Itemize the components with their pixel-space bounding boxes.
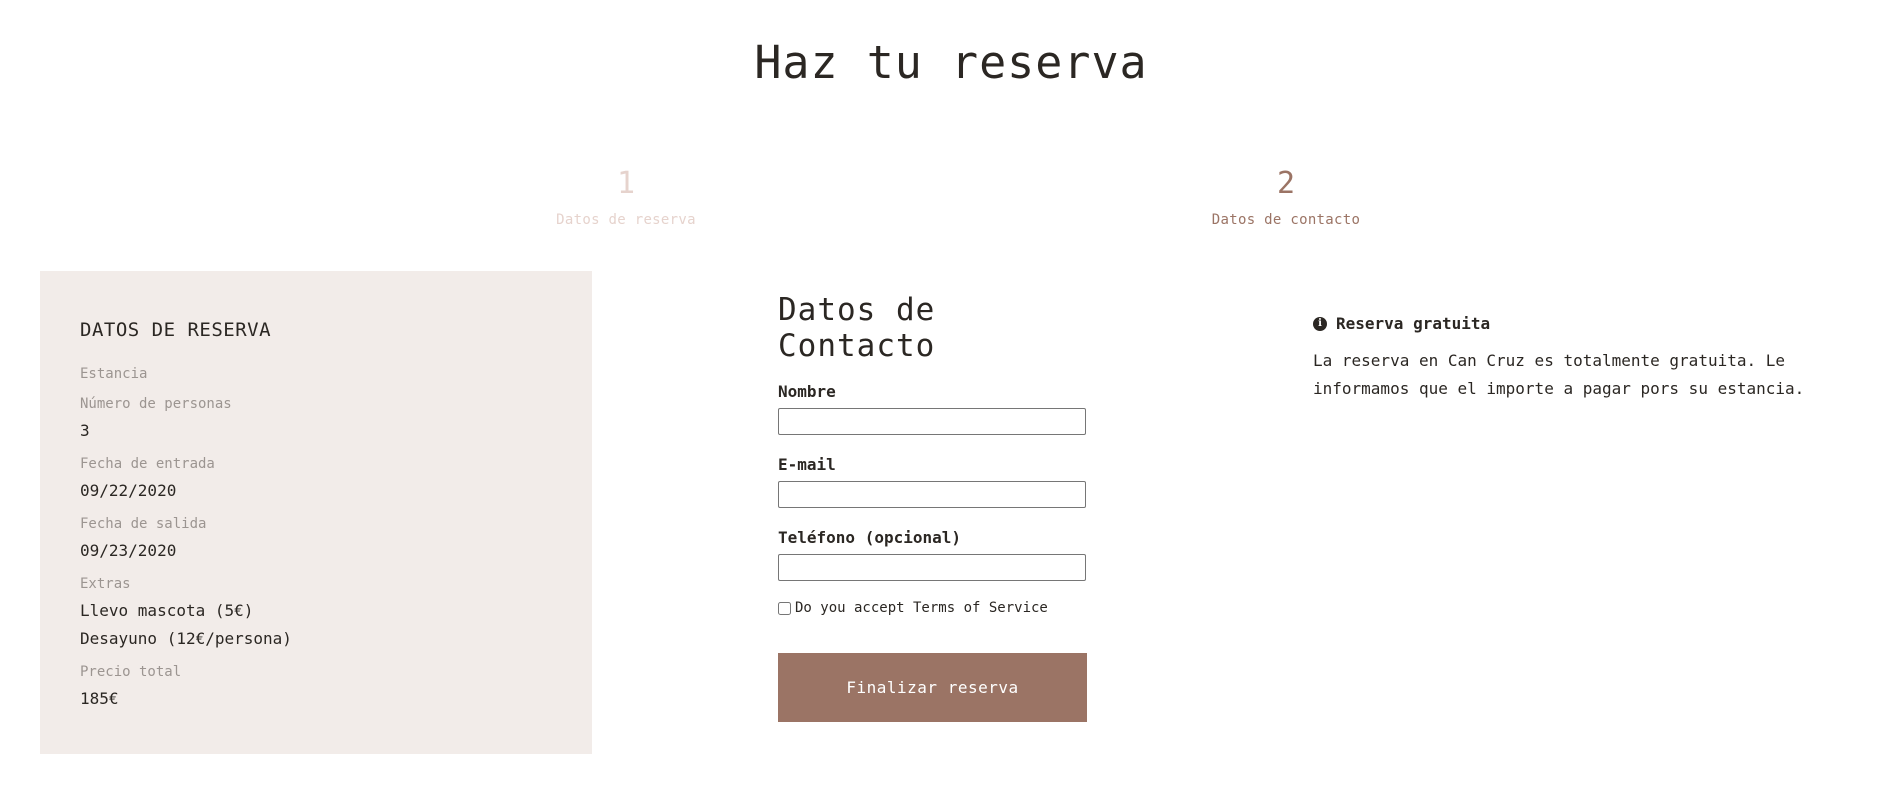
terms-label[interactable]: Do you accept Terms of Service xyxy=(795,600,1048,616)
contact-form: Datos de Contacto Nombre E-mail Teléfono… xyxy=(778,292,1088,722)
info-title: Reserva gratuita xyxy=(1336,314,1491,333)
terms-row: Do you accept Terms of Service xyxy=(778,597,1088,619)
extras-field: Extras Llevo mascota (5€) Desayuno (12€/… xyxy=(80,575,552,649)
step-number: 2 xyxy=(1276,166,1296,201)
page-title: Haz tu reserva xyxy=(754,36,1148,89)
extra-item-breakfast: Desayuno (12€/persona) xyxy=(80,629,292,648)
total-label: Precio total xyxy=(80,664,182,680)
step-label: Datos de reserva xyxy=(556,212,696,228)
step-label: Datos de contacto xyxy=(1211,212,1361,228)
checkin-value: 09/22/2020 xyxy=(80,481,177,500)
checkout-value: 09/23/2020 xyxy=(80,541,177,560)
people-value: 3 xyxy=(80,421,90,440)
info-box: i Reserva gratuita La reserva en Can Cru… xyxy=(1313,314,1853,403)
step-1[interactable]: 1 Datos de reserva xyxy=(506,166,746,228)
submit-booking-button[interactable]: Finalizar reserva xyxy=(778,653,1087,722)
info-text: La reserva en Can Cruz es totalmente gra… xyxy=(1313,351,1805,398)
people-field: Número de personas 3 xyxy=(80,395,552,441)
name-input[interactable] xyxy=(778,408,1086,435)
step-number: 1 xyxy=(616,166,636,201)
phone-input[interactable] xyxy=(778,554,1086,581)
people-label: Número de personas xyxy=(80,396,232,412)
checkin-field: Fecha de entrada 09/22/2020 xyxy=(80,455,552,501)
stay-label: Estancia xyxy=(80,366,148,382)
checkout-label: Fecha de salida xyxy=(80,516,207,532)
checkout-field: Fecha de salida 09/23/2020 xyxy=(80,515,552,561)
step-2[interactable]: 2 Datos de contacto xyxy=(1166,166,1406,228)
info-header: i Reserva gratuita xyxy=(1313,314,1853,333)
checkin-label: Fecha de entrada xyxy=(80,456,215,472)
email-input[interactable] xyxy=(778,481,1086,508)
total-value: 185€ xyxy=(80,689,119,708)
extras-label: Extras xyxy=(80,576,131,592)
total-field: Precio total 185€ xyxy=(80,663,552,709)
stay-field: Estancia xyxy=(80,365,552,383)
email-label: E-mail xyxy=(778,455,836,474)
terms-checkbox[interactable] xyxy=(778,601,791,615)
booking-summary-panel: DATOS DE RESERVA Estancia Número de pers… xyxy=(40,271,592,754)
info-icon: i xyxy=(1313,316,1327,331)
contact-title: Datos de Contacto xyxy=(778,292,936,364)
summary-title: DATOS DE RESERVA xyxy=(80,319,272,341)
extra-item-pet: Llevo mascota (5€) xyxy=(80,601,254,620)
phone-label: Teléfono (opcional) xyxy=(778,528,962,547)
name-label: Nombre xyxy=(778,382,836,401)
